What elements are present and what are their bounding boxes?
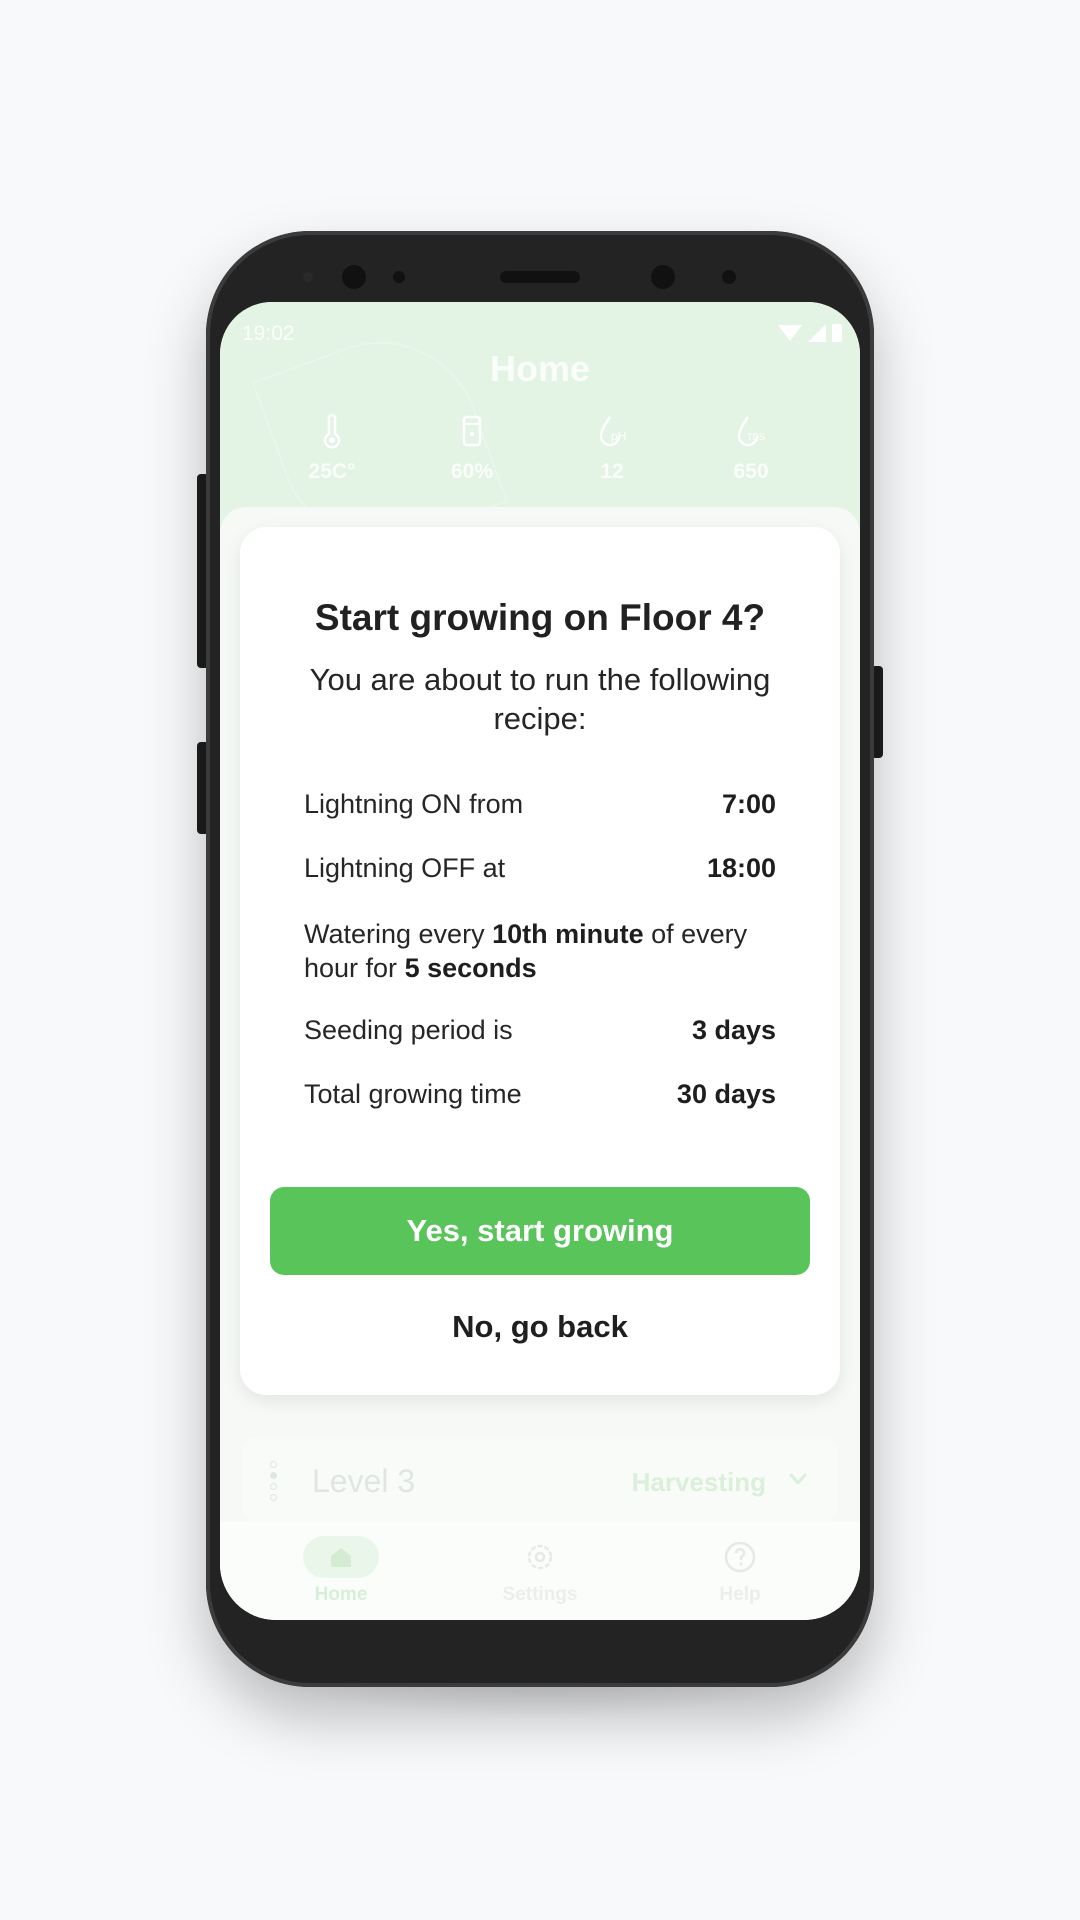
- page-title: Home: [489, 348, 591, 389]
- metric-tds-value: 650: [733, 460, 769, 483]
- recipe-row-label: Total growing time: [304, 1079, 522, 1109]
- earpiece-speaker: [500, 271, 580, 283]
- tab-settings-label: Settings: [502, 1584, 578, 1605]
- dialog-subtitle: You are about to run the following recip…: [309, 662, 771, 736]
- ph-icon-text: pH: [611, 429, 626, 443]
- help-icon: [702, 1536, 778, 1578]
- water-tank-icon: [462, 415, 482, 447]
- metrics-bar: 25C° 60% pH 12 TDS 650: [220, 412, 860, 502]
- stage: 19:02 Home 25C° 60% pH 12 TDS 650 Level …: [0, 0, 1080, 1920]
- metric-tank: 60%: [412, 412, 532, 484]
- level-name: Level 3: [312, 1463, 416, 1499]
- watering-text: Watering every: [304, 919, 493, 949]
- recipe-row-label: Lightning OFF at: [304, 853, 506, 883]
- chevron-down-icon[interactable]: [788, 1469, 808, 1489]
- wifi-icon: [778, 325, 802, 341]
- start-growing-button[interactable]: Yes, start growing: [270, 1187, 810, 1275]
- metric-ph: pH 12: [552, 412, 672, 484]
- recipe-row-watering: Watering every 10th minute of every hour…: [304, 917, 776, 985]
- phone-screen: 19:02 Home 25C° 60% pH 12 TDS 650 Level …: [220, 302, 860, 1620]
- home-icon: [303, 1536, 379, 1578]
- tds-drop-icon: TDS: [737, 416, 765, 447]
- status-icons: [778, 324, 842, 342]
- metric-temperature-value: 25C°: [308, 460, 356, 483]
- light-sensor: [393, 271, 405, 283]
- tab-settings[interactable]: Settings: [470, 1536, 610, 1606]
- battery-icon: [832, 324, 842, 342]
- thermometer-icon: [323, 413, 341, 449]
- metric-ph-value: 12: [600, 460, 624, 483]
- tds-icon-text: TDS: [747, 432, 765, 442]
- tab-bar: Home Settings Help: [220, 1522, 860, 1620]
- recipe-row-value: 30 days: [676, 1079, 776, 1109]
- metric-temperature: 25C°: [272, 412, 392, 484]
- watering-interval: 10th minute: [492, 919, 644, 949]
- recipe-row-value: 3 days: [691, 1015, 776, 1045]
- tab-help-label: Help: [719, 1584, 761, 1605]
- iris-camera: [651, 265, 675, 289]
- tab-help[interactable]: Help: [670, 1536, 810, 1606]
- metric-tds: TDS 650: [691, 412, 811, 484]
- go-back-button[interactable]: No, go back: [390, 1299, 690, 1355]
- cellular-signal-icon: [808, 324, 826, 342]
- confirm-dialog: Start growing on Floor 4? You are about …: [240, 527, 840, 1395]
- watering-duration: 5 seconds: [404, 953, 537, 983]
- level-card[interactable]: Level 3 Harvesting: [242, 1437, 838, 1521]
- front-camera: [342, 265, 366, 289]
- tab-home[interactable]: Home: [271, 1536, 411, 1606]
- proximity-sensor: [303, 272, 313, 282]
- app-header: 19:02 Home 25C° 60% pH 12 TDS 650: [220, 302, 860, 571]
- recipe-row-value: 18:00: [706, 853, 776, 883]
- tab-home-label: Home: [314, 1584, 368, 1605]
- recipe-row-value: 7:00: [721, 789, 776, 819]
- status-time: 19:02: [242, 322, 295, 345]
- recipe-row-label: Seeding period is: [304, 1015, 513, 1045]
- ph-drop-icon: pH: [599, 416, 626, 447]
- level-indicator-dots: [270, 1461, 280, 1505]
- gear-icon: [502, 1536, 578, 1578]
- dialog-title: Start growing on Floor 4?: [314, 597, 766, 638]
- level-status: Harvesting: [631, 1467, 766, 1497]
- iris-sensor: [722, 270, 736, 284]
- recipe-row-label: Lightning ON from: [304, 789, 524, 819]
- metric-tank-value: 60%: [450, 460, 494, 483]
